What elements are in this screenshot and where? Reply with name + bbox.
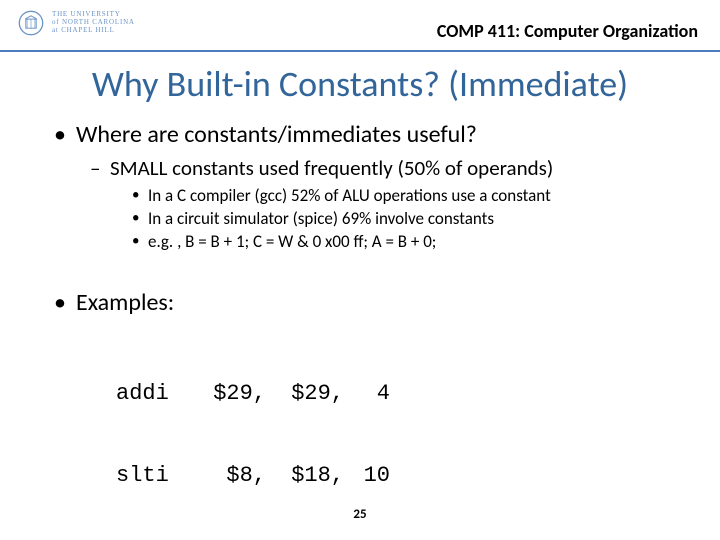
bullet-1: Where are constants/immediates useful? S… — [54, 120, 684, 254]
slide-title: Why Built-in Constants? (Immediate) — [0, 62, 720, 106]
operand-1: $29, — [196, 380, 266, 408]
code-row: addi $29, $29, 4 — [116, 380, 684, 408]
bullet-1-1-text: SMALL constants used frequently (50% of … — [110, 155, 553, 181]
slide: THE UNIVERSITY of NORTH CAROLINA at CHAP… — [0, 0, 720, 540]
bullet-2: Examples: — [54, 288, 684, 317]
operand-2: $18, — [266, 462, 344, 490]
bullet-1-1: SMALL constants used frequently (50% of … — [90, 155, 684, 254]
slide-body: Where are constants/immediates useful? S… — [0, 120, 720, 540]
bullet-1-1-3: e.g. , B = B + 1; C = W & 0 x00 ff; A = … — [132, 231, 684, 254]
slide-header: THE UNIVERSITY of NORTH CAROLINA at CHAP… — [0, 0, 720, 52]
operand-3: 4 — [344, 380, 390, 408]
bullet-1-1-2: In a circuit simulator (spice) 69% invol… — [132, 208, 684, 231]
course-label: COMP 411: Computer Organization — [437, 20, 698, 42]
logo-line3: at CHAPEL HILL — [52, 27, 135, 35]
bullet-list: Where are constants/immediates useful? S… — [54, 120, 684, 317]
bullet-1-1-1: In a C compiler (gcc) 52% of ALU operati… — [132, 185, 684, 208]
bullet-1-1-sub: In a C compiler (gcc) 52% of ALU operati… — [132, 185, 684, 254]
operand-1: $8, — [196, 462, 266, 490]
bullet-2-text: Examples: — [76, 288, 174, 317]
unc-seal-icon — [18, 10, 44, 36]
mnemonic: slti — [116, 462, 196, 490]
bullet-1-text: Where are constants/immediates useful? — [76, 120, 477, 149]
bullet-1-sub: SMALL constants used frequently (50% of … — [90, 155, 684, 254]
mnemonic: addi — [116, 380, 196, 408]
code-row: slti $8, $18, 10 — [116, 462, 684, 490]
operand-3: 10 — [344, 462, 390, 490]
university-logo: THE UNIVERSITY of NORTH CAROLINA at CHAP… — [18, 10, 135, 36]
page-number: 25 — [0, 507, 720, 522]
operand-2: $29, — [266, 380, 344, 408]
university-name: THE UNIVERSITY of NORTH CAROLINA at CHAP… — [52, 11, 135, 34]
